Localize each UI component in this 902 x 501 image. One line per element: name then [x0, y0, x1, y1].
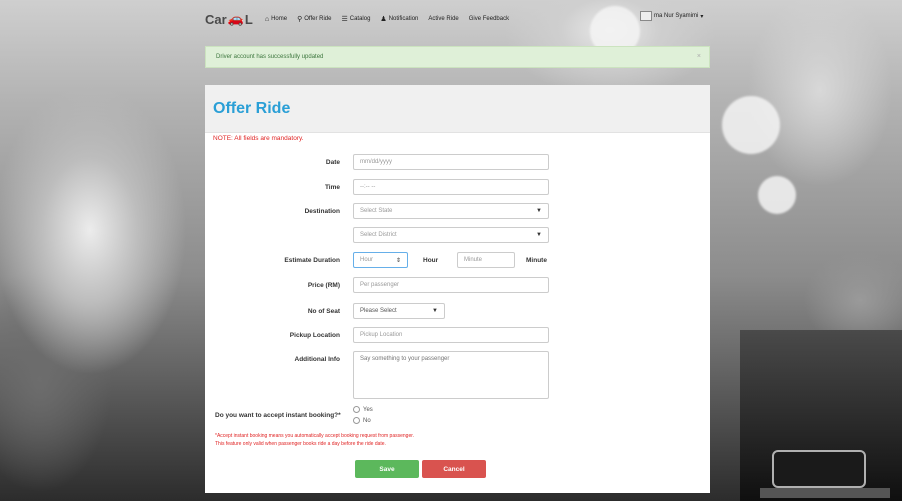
pickup-row: Pickup Location Pickup Location — [205, 327, 710, 343]
nav-notification[interactable]: ♟ Notification — [380, 15, 418, 23]
nav-home[interactable]: ⌂ Home — [265, 16, 287, 23]
nav-give-feedback-label: Give Feedback — [468, 16, 510, 22]
nav-active-ride-label: Active Ride — [428, 16, 459, 22]
nav-notification-label: Notification — [388, 16, 419, 22]
pickup-input[interactable]: Pickup Location — [353, 327, 549, 343]
list-icon: ☰ — [341, 16, 348, 23]
time-input[interactable]: --:-- -- — [353, 179, 549, 195]
instant-yes-option[interactable]: Yes — [353, 406, 373, 413]
instant-footnote-1: *Accept instant booking means you automa… — [215, 433, 415, 439]
dashboard-strip — [760, 488, 890, 498]
destination-label: Destination — [304, 207, 340, 215]
duration-label: Estimate Duration — [284, 256, 340, 264]
dashboard-display — [772, 450, 866, 488]
user-name: ma Nur Syamimi — [654, 13, 699, 19]
nav-offer-ride[interactable]: ⚲ Offer Ride — [297, 15, 331, 23]
instant-footnote-2: This feature only valid when passenger b… — [215, 441, 386, 447]
district-select[interactable]: Select District — [353, 227, 549, 243]
bokeh-light — [722, 96, 780, 154]
minute-input[interactable]: Minute — [457, 252, 515, 268]
carpool-logo[interactable]: Car 🚗 L — [205, 11, 253, 27]
price-input[interactable]: Per passenger — [353, 277, 549, 293]
district-row: Select District — [205, 227, 710, 243]
pickup-label: Pickup Location — [289, 331, 340, 339]
date-input[interactable]: mm/dd/yyyy — [353, 154, 549, 170]
map-marker-icon: ⚲ — [297, 16, 303, 23]
car-icon: 🚗 — [227, 11, 244, 26]
instant-no-label: No — [363, 417, 371, 424]
nav-catalog-label: Catalog — [349, 16, 371, 22]
bell-icon: ♟ — [380, 16, 387, 23]
seat-label: No of Seat — [307, 307, 340, 315]
destination-row: Destination Select State — [205, 203, 710, 219]
save-button[interactable]: Save — [355, 460, 419, 478]
logo-text-prefix: Car — [205, 11, 227, 27]
offer-ride-panel: Offer Ride NOTE: All fields are mandator… — [205, 85, 710, 493]
date-label: Date — [325, 158, 340, 166]
radio-icon[interactable] — [353, 406, 360, 413]
seat-select[interactable]: Please Select — [353, 303, 445, 319]
page-title: Offer Ride — [213, 99, 291, 117]
date-row: Date mm/dd/yyyy — [205, 154, 710, 170]
time-row: Time --:-- -- — [205, 179, 710, 195]
top-navbar: Car 🚗 L ⌂ Home ⚲ Offer Ride ☰ Catalog ♟ … — [205, 5, 710, 33]
instant-yes-label: Yes — [363, 406, 373, 413]
close-icon[interactable]: × — [697, 53, 701, 60]
instant-booking-label: Do you want to accept instant booking?* — [215, 412, 341, 419]
minute-unit: Minute — [526, 256, 547, 264]
instant-no-option[interactable]: No — [353, 417, 371, 424]
alert-message: Driver account has successfully updated — [216, 54, 324, 60]
cancel-button[interactable]: Cancel — [422, 460, 486, 478]
home-icon: ⌂ — [264, 15, 270, 23]
avatar — [640, 11, 652, 21]
price-row: Price (RM) Per passenger — [205, 277, 710, 293]
nav-active-ride[interactable]: Active Ride — [428, 16, 458, 22]
time-label: Time — [324, 183, 340, 191]
additional-info-textarea[interactable] — [353, 351, 549, 399]
panel-header: Offer Ride — [205, 85, 710, 133]
price-label: Price (RM) — [307, 281, 340, 289]
state-select[interactable]: Select State — [353, 203, 549, 219]
logo-text-suffix: L — [244, 11, 253, 27]
nav-give-feedback[interactable]: Give Feedback — [469, 16, 509, 22]
user-menu[interactable]: ma Nur Syamimi ▾ — [640, 11, 703, 21]
hour-unit: Hour — [423, 256, 439, 264]
seat-row: No of Seat Please Select — [205, 303, 710, 319]
nav-catalog[interactable]: ☰ Catalog — [341, 15, 370, 23]
radio-icon[interactable] — [353, 417, 360, 424]
nav-offer-ride-label: Offer Ride — [304, 16, 332, 22]
success-alert: Driver account has successfully updated … — [205, 46, 710, 68]
info-label: Additional Info — [294, 355, 341, 363]
duration-row: Estimate Duration Hour Hour Minute Minut… — [205, 252, 710, 268]
bokeh-light — [758, 176, 796, 214]
nav-home-label: Home — [271, 16, 288, 22]
chevron-down-icon: ▾ — [700, 13, 704, 20]
hour-stepper[interactable]: Hour — [353, 252, 408, 268]
mandatory-note: NOTE: All fields are mandatory. — [213, 135, 304, 142]
